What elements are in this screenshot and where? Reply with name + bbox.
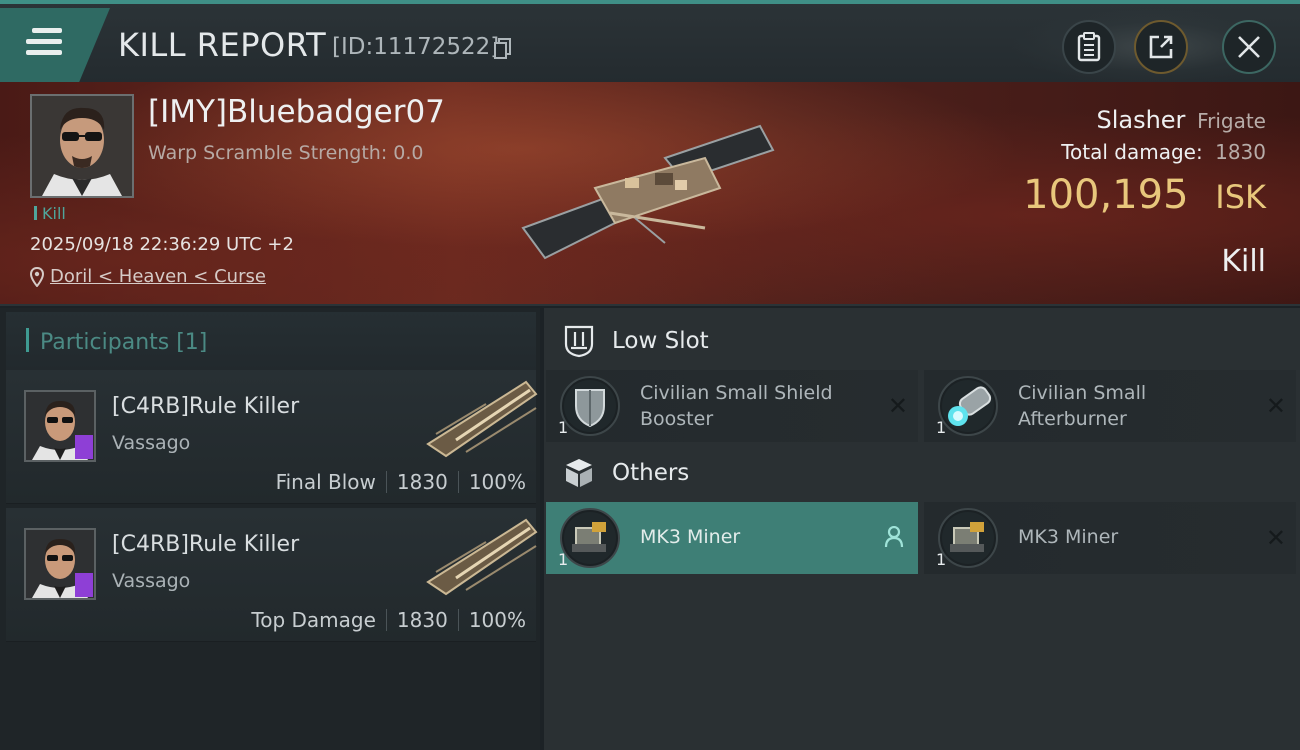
shield-booster-icon [560,376,620,436]
ship-name: Slasher [1096,106,1186,134]
victim-avatar[interactable] [30,94,134,198]
participant-damage: 1830 [396,470,448,494]
ship-class: Frigate [1197,109,1266,133]
miner-icon [560,508,620,568]
participant-row[interactable]: [C4RB]Rule Killer Vassago Final Blow 183… [6,370,538,504]
destroyed-icon: ✕ [887,392,908,420]
participant-ship-image [426,380,538,458]
afterburner-icon [938,376,998,436]
participant-row[interactable]: [C4RB]Rule Killer Vassago Top Damage 183… [6,508,538,642]
total-damage-value: 1830 [1215,140,1266,164]
page-title: KILL REPORT [118,26,327,64]
participant-name[interactable]: [C4RB]Rule Killer [112,394,299,419]
share-icon [1149,35,1173,59]
participants-panel: Participants [1] [C4RB]Rule Killer Vassa… [0,308,540,750]
module-miner[interactable]: 1 MK3 Miner ✕ [924,502,1296,574]
module-name: Civilian Small Afterburner [1018,382,1147,430]
cube-icon [566,459,592,487]
person-icon [884,526,904,548]
low-slot-title: Low Slot [612,328,709,354]
participant-role: Final Blow [275,470,376,494]
total-damage: Total damage: 1830 [1061,140,1266,164]
menu-icon [26,28,62,58]
isk-unit: ISK [1215,178,1266,216]
module-miner-selected[interactable]: 1 MK3 Miner [546,502,918,574]
corp-badge [75,435,93,459]
module-quantity: 1 [558,418,569,437]
clipboard-button[interactable] [1062,20,1116,74]
copy-icon[interactable] [494,38,512,60]
participant-role: Top Damage [251,608,376,632]
portrait-image [32,96,132,196]
report-id: [ID:11172522] [332,34,500,60]
participant-name[interactable]: [C4RB]Rule Killer [112,532,299,557]
module-quantity: 1 [936,418,947,437]
destroyed-icon: ✕ [1265,524,1286,552]
module-name: Civilian Small Shield Booster [640,382,833,430]
module-name: MK3 Miner [640,526,741,548]
corp-badge [75,573,93,597]
victim-ship-image[interactable] [515,118,785,268]
others-header: Others [544,444,1300,502]
low-slot-header: Low Slot [544,312,1300,370]
participant-avatar[interactable] [24,528,96,600]
kill-datetime: 2025/09/18 22:36:29 UTC +2 [30,234,294,255]
participant-ship: Vassago [112,570,191,592]
total-damage-label: Total damage: [1061,140,1203,164]
participant-avatar[interactable] [24,390,96,462]
miner-icon [938,508,998,568]
module-shield-booster[interactable]: 1 Civilian Small Shield Booster ✕ [546,370,918,442]
isk-value: 100,195 ISK [1023,172,1266,218]
participant-stats: Top Damage 1830 100% [251,608,526,632]
fitting-panel: Low Slot 1 Civilian Small Shield Booster… [544,308,1300,750]
participant-ship: Vassago [112,432,191,454]
participant-stats: Final Blow 1830 100% [276,470,526,494]
location-link[interactable]: Doril < Heaven < Curse [50,266,266,287]
low-slot-icon [564,325,594,358]
module-quantity: 1 [936,550,947,569]
participant-percent: 100% [468,470,526,494]
others-title: Others [612,460,690,486]
share-button[interactable] [1134,20,1188,74]
participants-header: Participants [1] [6,312,536,370]
module-afterburner[interactable]: 1 Civilian Small Afterburner ✕ [924,370,1296,442]
kill-tag: Kill [34,204,66,223]
location-pin-icon [30,266,44,287]
victim-name[interactable]: [IMY]Bluebadger07 [148,94,445,130]
participant-percent: 100% [468,608,526,632]
destroyed-icon: ✕ [1265,392,1286,420]
participants-title: Participants [1] [40,330,208,355]
menu-button[interactable] [0,8,110,82]
victim-ship: Slasher Frigate [1096,106,1266,134]
isk-amount: 100,195 [1023,172,1189,218]
module-quantity: 1 [558,550,569,569]
participant-ship-image [426,518,538,596]
close-button[interactable] [1222,20,1276,74]
clipboard-icon [1077,32,1101,62]
participant-damage: 1830 [396,608,448,632]
victim-banner: [IMY]Bluebadger07 Warp Scramble Strength… [0,82,1300,306]
header-bar: KILL REPORT [ID:11172522] [0,0,1300,86]
kill-result: Kill [1221,244,1266,279]
module-name: MK3 Miner [1018,526,1119,548]
kill-location[interactable]: Doril < Heaven < Curse [30,266,266,287]
close-icon [1238,36,1260,58]
warp-scramble-strength: Warp Scramble Strength: 0.0 [148,142,424,164]
